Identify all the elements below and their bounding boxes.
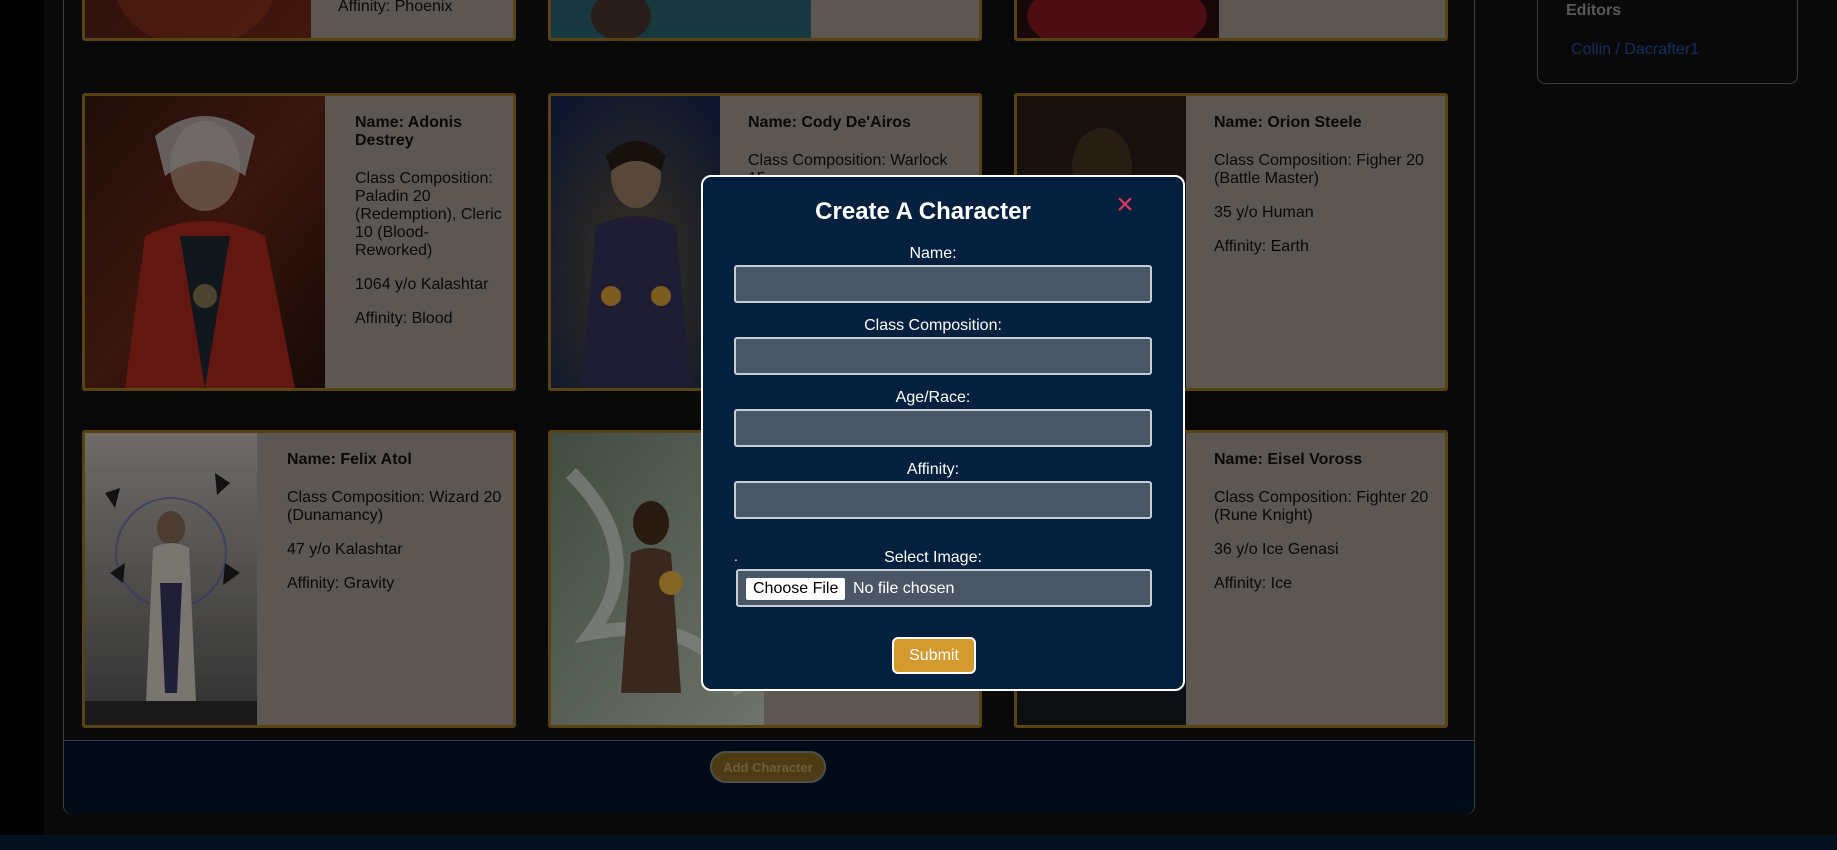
create-character-modal: Create A Character × Name: Class Composi… bbox=[701, 175, 1185, 691]
age-race-input[interactable] bbox=[734, 409, 1152, 447]
affinity-label: Affinity: bbox=[906, 461, 960, 478]
name-label: Name: bbox=[909, 245, 957, 262]
close-icon[interactable]: × bbox=[1111, 190, 1139, 220]
image-file-input[interactable]: Choose File No file chosen bbox=[736, 569, 1152, 607]
submit-button[interactable]: Submit bbox=[892, 637, 976, 674]
modal-title: Create A Character bbox=[815, 198, 1031, 225]
class-composition-input[interactable] bbox=[734, 337, 1152, 375]
select-image-label: Select Image: bbox=[884, 549, 982, 566]
age-race-label: Age/Race: bbox=[895, 389, 971, 406]
name-input[interactable] bbox=[734, 265, 1152, 303]
file-status: No file chosen bbox=[853, 580, 955, 597]
affinity-input[interactable] bbox=[734, 481, 1152, 519]
class-composition-label: Class Composition: bbox=[864, 317, 1002, 334]
choose-file-button[interactable]: Choose File bbox=[746, 578, 846, 600]
